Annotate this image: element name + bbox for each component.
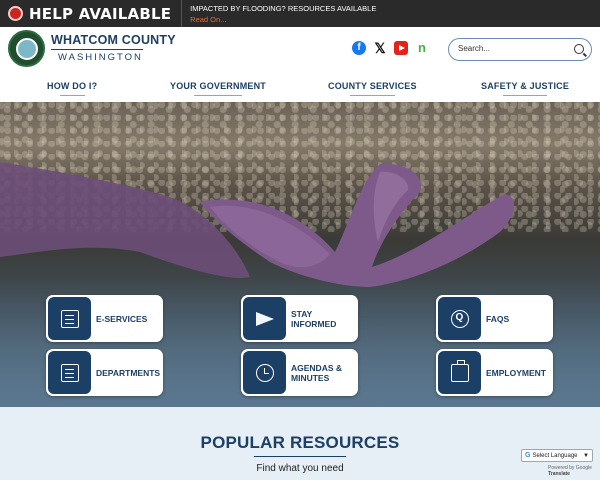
briefcase-icon bbox=[450, 359, 469, 382]
quick-link-icon-box bbox=[438, 351, 481, 394]
powered-by-google-translate[interactable]: Powered by Google Translate bbox=[548, 465, 600, 477]
youtube-icon[interactable] bbox=[394, 41, 408, 55]
logo-title[interactable]: WHATCOM COUNTY bbox=[51, 33, 176, 47]
nav-county-services[interactable]: COUNTY SERVICES bbox=[328, 81, 417, 96]
alert-message: IMPACTED BY FLOODING? RESOURCES AVAILABL… bbox=[190, 3, 377, 13]
quick-link-label: EMPLOYMENT bbox=[486, 367, 546, 378]
quick-link-departments[interactable]: DEPARTMENTS bbox=[46, 349, 163, 396]
alert-read-on-link[interactable]: Read On... bbox=[190, 14, 376, 25]
calendar-clock-icon bbox=[255, 363, 274, 382]
google-label: Google bbox=[575, 465, 592, 471]
alert-badge[interactable]: HELP AVAILABLE bbox=[0, 0, 179, 27]
popular-resources-section: POPULAR RESOURCES Find what you need bbox=[0, 407, 600, 480]
main-nav: HOW DO I? YOUR GOVERNMENT COUNTY SERVICE… bbox=[0, 76, 600, 102]
quick-link-agendas-minutes[interactable]: AGENDAS & MINUTES bbox=[241, 349, 358, 396]
logo-subtitle: WASHINGTON bbox=[58, 52, 143, 63]
alert-icon bbox=[8, 6, 23, 21]
language-select-label: Select Language bbox=[532, 452, 578, 459]
social-links: f 𝕏 n bbox=[352, 41, 429, 55]
logo-divider bbox=[51, 49, 143, 50]
quick-link-label: DEPARTMENTS bbox=[96, 367, 161, 378]
chevron-down-icon: ▼ bbox=[583, 453, 589, 459]
quick-link-icon-box bbox=[438, 297, 481, 340]
quick-link-icon-box bbox=[48, 351, 91, 394]
nav-your-government[interactable]: YOUR GOVERNMENT bbox=[170, 81, 266, 96]
popular-resources-divider bbox=[254, 456, 346, 457]
quick-link-stay-informed[interactable]: STAY INFORMED bbox=[241, 295, 358, 342]
quick-link-employment[interactable]: EMPLOYMENT bbox=[436, 349, 553, 396]
quick-link-icon-box bbox=[243, 351, 286, 394]
site-header: WHATCOM COUNTY WASHINGTON f 𝕏 n HOW DO I… bbox=[0, 27, 600, 102]
nav-how-do-i[interactable]: HOW DO I? bbox=[47, 81, 97, 96]
search-box bbox=[448, 38, 592, 61]
county-seal-logo[interactable] bbox=[8, 30, 45, 67]
quick-link-label: FAQS bbox=[486, 313, 510, 324]
language-select[interactable]: G Select Language ▼ bbox=[521, 449, 593, 462]
google-g-icon: G bbox=[525, 452, 531, 459]
quick-link-label: E-SERVICES bbox=[96, 313, 148, 324]
clipboard-icon bbox=[60, 363, 79, 382]
popular-resources-subtitle: Find what you need bbox=[256, 463, 344, 474]
quick-link-e-services[interactable]: E-SERVICES bbox=[46, 295, 163, 342]
quick-link-label: AGENDAS & MINUTES bbox=[291, 362, 343, 383]
popular-resources-title: POPULAR RESOURCES bbox=[200, 433, 400, 452]
alert-text: IMPACTED BY FLOODING? RESOURCES AVAILABL… bbox=[182, 3, 376, 25]
quick-link-icon-box bbox=[48, 297, 91, 340]
document-icon bbox=[60, 309, 79, 328]
nav-safety-justice[interactable]: SAFETY & JUSTICE bbox=[481, 81, 569, 96]
alert-title: HELP AVAILABLE bbox=[29, 4, 172, 23]
x-icon[interactable]: 𝕏 bbox=[373, 41, 387, 55]
paper-plane-icon bbox=[255, 310, 274, 328]
quick-link-icon-box bbox=[243, 297, 286, 340]
facebook-icon[interactable]: f bbox=[352, 41, 366, 55]
nextdoor-icon[interactable]: n bbox=[415, 41, 429, 55]
alert-bar: HELP AVAILABLE IMPACTED BY FLOODING? RES… bbox=[0, 0, 600, 27]
search-input[interactable] bbox=[458, 44, 568, 53]
chat-bubbles-icon bbox=[450, 309, 469, 328]
quick-link-faqs[interactable]: FAQS bbox=[436, 295, 553, 342]
translate-label: Translate bbox=[548, 471, 570, 477]
quick-link-label: STAY INFORMED bbox=[291, 308, 337, 329]
search-icon[interactable] bbox=[574, 44, 584, 54]
